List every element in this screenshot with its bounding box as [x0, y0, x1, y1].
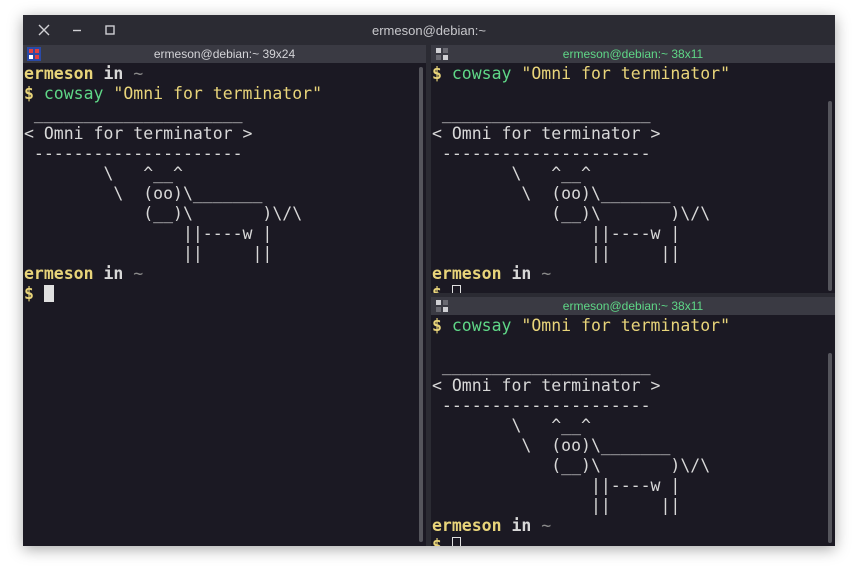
pane-title: ermeson@debian:~ 38x11 [562, 299, 704, 313]
pane-titlebar[interactable]: ermeson@debian:~ 38x11 [431, 297, 835, 315]
prompt-dir: ~ [133, 264, 144, 283]
prompt-dollar: $ [432, 284, 442, 293]
command-argument: "Omni for terminator" [113, 84, 323, 103]
terminal-output[interactable]: $ cowsay "Omni for terminator" _________… [432, 64, 730, 293]
prompt-dir: ~ [541, 516, 552, 535]
prompt-in: in [93, 264, 134, 283]
command-name: cowsay [43, 84, 104, 103]
prompt-dollar: $ [24, 84, 34, 103]
prompt-user: ermeson [24, 64, 94, 83]
command-argument: "Omni for terminator" [521, 64, 731, 83]
command-argument: "Omni for terminator" [521, 316, 731, 335]
prompt-in: in [93, 64, 134, 83]
cowsay-output: _____________________ < Omni for termina… [432, 104, 711, 263]
terminator-window: ermeson@debian:~ ermeson@debian:~ 39x24 … [23, 15, 835, 546]
prompt-dollar: $ [432, 316, 442, 335]
prompt-in: in [501, 264, 542, 283]
prompt-dir: ~ [541, 264, 552, 283]
prompt-dollar: $ [24, 284, 34, 303]
scrollbar[interactable] [828, 101, 832, 291]
prompt-in: in [501, 516, 542, 535]
command-name: cowsay [451, 64, 512, 83]
prompt-dollar: $ [432, 536, 442, 546]
window-titlebar[interactable]: ermeson@debian:~ [23, 15, 835, 45]
prompt-dir: ~ [133, 64, 144, 83]
prompt-dollar: $ [432, 64, 442, 83]
command-name: cowsay [451, 316, 512, 335]
pane-titlebar[interactable]: ermeson@debian:~ 38x11 [431, 45, 835, 63]
terminal-pane-left[interactable]: ermeson@debian:~ 39x24 ermeson in ~ $ co… [23, 45, 426, 546]
terminal-output[interactable]: $ cowsay "Omni for terminator" _________… [432, 316, 730, 546]
terminal-cursor [451, 285, 461, 293]
terminal-pane-top-right[interactable]: ermeson@debian:~ 38x11 $ cowsay "Omni fo… [431, 45, 835, 293]
pane-title: ermeson@debian:~ 39x24 [153, 47, 296, 61]
prompt-user: ermeson [432, 516, 502, 535]
pane-titlebar[interactable]: ermeson@debian:~ 39x24 [23, 45, 426, 63]
terminal-pane-bottom-right[interactable]: ermeson@debian:~ 38x11 $ cowsay "Omni fo… [431, 297, 835, 546]
terminal-cursor [451, 537, 461, 546]
terminal-cursor [43, 285, 54, 302]
scrollbar[interactable] [419, 67, 423, 542]
prompt-user: ermeson [24, 264, 94, 283]
terminal-output[interactable]: ermeson in ~ $ cowsay "Omni for terminat… [24, 64, 322, 304]
prompt-user: ermeson [432, 264, 502, 283]
window-title: ermeson@debian:~ [371, 23, 487, 38]
cowsay-output: _____________________ < Omni for termina… [24, 104, 303, 263]
cowsay-output: _____________________ < Omni for termina… [432, 356, 711, 515]
pane-title: ermeson@debian:~ 38x11 [562, 47, 704, 61]
scrollbar[interactable] [828, 353, 832, 543]
